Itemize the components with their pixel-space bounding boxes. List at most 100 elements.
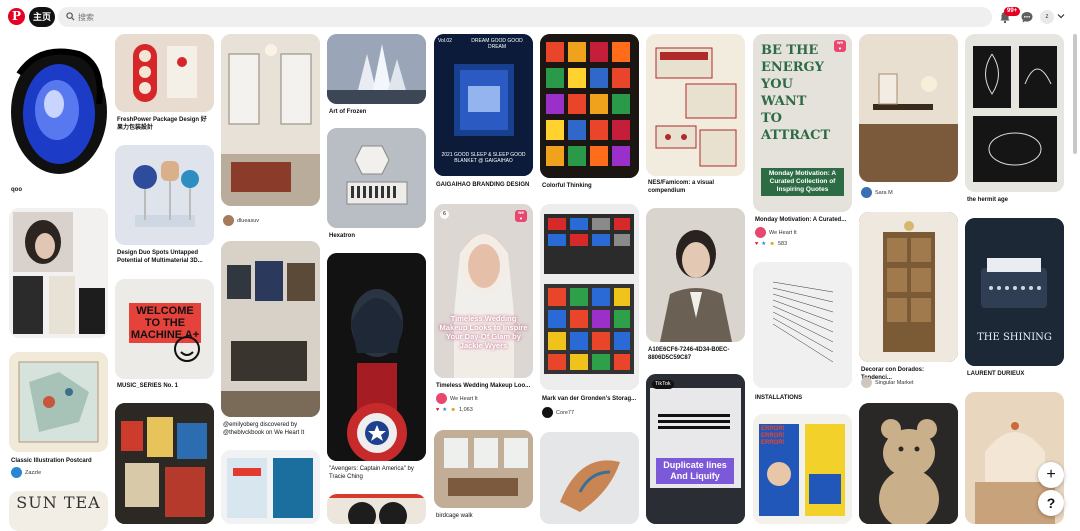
- pin-artwork-fashion-collage: [9, 208, 108, 338]
- pin-image[interactable]: Vol.02 DREAM GOOD GOOD DREAM 2021 GOOD S…: [434, 34, 533, 176]
- pin-image[interactable]: WELCOME TO THE MACHINE A+: [115, 279, 214, 379]
- home-button[interactable]: 主页: [29, 7, 55, 27]
- pin-image[interactable]: [859, 34, 958, 182]
- pin-card[interactable]: TikTok Duplicate lines And Liquify: [646, 374, 745, 524]
- pin-overlay-caption: Timeless Wedding Makeup Looks to Inspire…: [439, 314, 528, 350]
- smile-reaction-icon: ☻: [450, 407, 456, 413]
- pin-overlay-mid: DREAM GOOD GOOD DREAM: [471, 38, 523, 50]
- pin-author[interactable]: We Heart It: [436, 393, 478, 404]
- pin-image[interactable]: [327, 253, 426, 461]
- pin-artwork-hexatron-device: [327, 128, 426, 228]
- pin-author[interactable]: Core77: [542, 407, 574, 418]
- pin-card[interactable]: ERROR! ERROR! ERROR!: [753, 414, 852, 524]
- scrollbar[interactable]: [1073, 34, 1077, 154]
- pin-card[interactable]: dlueasuv: [221, 34, 320, 228]
- pin-card[interactable]: INSTALLATIONS: [753, 262, 852, 406]
- pin-image[interactable]: 6 we ♥ Timeless Wedding Makeup Looks to I…: [434, 204, 533, 378]
- pin-image[interactable]: [646, 208, 745, 342]
- pin-card[interactable]: A10E6CF6-7246-4D34-B0EC-8806D5C59C87: [646, 208, 745, 368]
- pin-card[interactable]: [115, 403, 214, 524]
- pin-image[interactable]: [115, 145, 214, 245]
- pin-card[interactable]: birdcage walk: [434, 430, 533, 524]
- chevron-down-icon[interactable]: [1057, 12, 1065, 20]
- add-button[interactable]: +: [1038, 462, 1064, 488]
- pin-author[interactable]: Zazzle: [11, 467, 41, 478]
- star-reaction-icon: ★: [761, 241, 767, 247]
- pin-image[interactable]: [9, 34, 108, 182]
- pin-image[interactable]: [115, 34, 214, 112]
- pin-image[interactable]: [327, 128, 426, 228]
- pin-image[interactable]: ERROR! ERROR! ERROR!: [753, 414, 852, 524]
- pin-author[interactable]: Singular Market: [861, 377, 914, 388]
- pin-card[interactable]: WELCOME TO THE MACHINE A+ MUSIC_SERIES N…: [115, 279, 214, 394]
- pin-overlay-text: SUN TEA: [16, 493, 101, 512]
- pin-image[interactable]: [646, 34, 745, 176]
- profile-avatar[interactable]: z: [1040, 10, 1054, 24]
- pin-overlay-text: ERROR! ERROR! ERROR!: [761, 426, 785, 446]
- smile-reaction-icon: ☻: [769, 241, 775, 247]
- pin-card[interactable]: BE THE ENERGY YOU WANT TO ATTRACT we ♥ Mo…: [753, 34, 852, 252]
- pin-author[interactable]: dlueasuv: [223, 215, 259, 226]
- pin-card[interactable]: Hexatron: [327, 128, 426, 243]
- pin-image[interactable]: [540, 432, 639, 524]
- search-input[interactable]: [78, 9, 958, 25]
- pin-card[interactable]: SUN TEA: [9, 491, 108, 531]
- pin-card[interactable]: [9, 208, 108, 338]
- pin-author[interactable]: We Heart It: [755, 227, 797, 238]
- pinterest-logo-icon[interactable]: P: [8, 8, 25, 25]
- pin-image[interactable]: [115, 403, 214, 524]
- pin-image[interactable]: [327, 494, 426, 524]
- pin-card[interactable]: [327, 494, 426, 524]
- pin-card[interactable]: [859, 403, 958, 524]
- pin-image[interactable]: [859, 212, 958, 362]
- pin-card[interactable]: Classic Illustration Postcard Zazzle: [9, 352, 108, 484]
- pin-card[interactable]: Art of Frozen: [327, 34, 426, 120]
- pin-image[interactable]: [327, 34, 426, 104]
- pin-image[interactable]: [540, 204, 639, 390]
- pin-card[interactable]: @emilyoberg discovered by @theblvckbook …: [221, 241, 320, 441]
- pin-card[interactable]: THE SHINING LAURENT DURIEUX: [965, 218, 1064, 384]
- pin-artwork-famicom-book: [646, 34, 745, 176]
- pin-card[interactable]: Sara M: [859, 34, 958, 200]
- pin-artwork-red-package: [115, 34, 214, 112]
- pin-card[interactable]: the hermit age: [965, 34, 1064, 208]
- pin-card[interactable]: Vol.02 DREAM GOOD GOOD DREAM 2021 GOOD S…: [434, 34, 533, 190]
- pin-card[interactable]: Design Duo Spots Untapped Potential of M…: [115, 145, 214, 271]
- pin-card[interactable]: NES/Famicom: a visual compendium: [646, 34, 745, 196]
- pin-overlay-big-text: BE THE ENERGY YOU WANT TO ATTRACT: [761, 43, 831, 143]
- pin-card[interactable]: [540, 432, 639, 524]
- pin-card[interactable]: Decorar con Dorados: Tendenci... Singula…: [859, 212, 958, 392]
- help-button[interactable]: ?: [1038, 490, 1064, 516]
- search-bar[interactable]: [58, 7, 992, 27]
- pin-image[interactable]: [859, 403, 958, 524]
- heart-reaction-icon: ♥: [436, 407, 440, 413]
- pin-image[interactable]: [434, 430, 533, 508]
- pin-image[interactable]: [753, 262, 852, 388]
- messages-icon[interactable]: [1020, 10, 1034, 24]
- pin-author[interactable]: Sara M: [861, 187, 893, 198]
- pin-image[interactable]: THE SHINING: [965, 218, 1064, 366]
- pin-image[interactable]: [9, 352, 108, 452]
- pin-overlay-bottom: 2021 GOOD SLEEP & SLEEP GOOD BLANKET @ G…: [441, 152, 526, 164]
- pin-card[interactable]: "Avengers: Captain America" by Tracie Ch…: [327, 253, 426, 483]
- pin-image[interactable]: TikTok Duplicate lines And Liquify: [646, 374, 745, 524]
- pin-card[interactable]: [221, 450, 320, 524]
- pin-card[interactable]: Mark van der Gronden's Storag... Core77: [540, 204, 639, 422]
- pin-image[interactable]: [221, 450, 320, 524]
- author-avatar: [436, 393, 447, 404]
- pin-card[interactable]: qoo: [9, 34, 108, 194]
- pin-title: Classic Illustration Postcard: [11, 458, 92, 464]
- pin-image[interactable]: [221, 34, 320, 206]
- pin-image[interactable]: BE THE ENERGY YOU WANT TO ATTRACT we ♥ Mo…: [753, 34, 852, 212]
- pin-card[interactable]: Colorful Thinking: [540, 34, 639, 194]
- we-heart-it-logo-icon: we ♥: [515, 210, 527, 222]
- pin-image[interactable]: SUN TEA: [9, 491, 108, 531]
- pin-image[interactable]: [540, 34, 639, 178]
- pin-title: the hermit age: [967, 197, 1009, 203]
- pin-card[interactable]: 6 we ♥ Timeless Wedding Makeup Looks to I…: [434, 204, 533, 419]
- pin-card[interactable]: FreshPower Package Design 好果力包装設計: [115, 34, 214, 139]
- pin-artwork-wedding-makeup: [434, 204, 533, 378]
- pin-image[interactable]: [221, 241, 320, 417]
- pin-image[interactable]: [965, 34, 1064, 192]
- pin-image[interactable]: [9, 208, 108, 338]
